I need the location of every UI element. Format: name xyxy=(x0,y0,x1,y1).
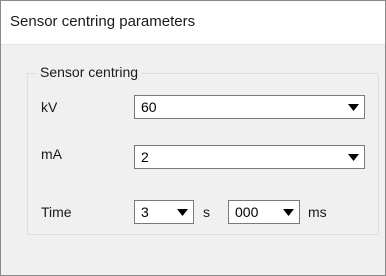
kv-dropdown[interactable]: 60 xyxy=(134,95,365,119)
time-label: Time xyxy=(41,204,72,220)
time-seconds-dropdown-button[interactable] xyxy=(173,202,192,222)
time-ms-dropdown-button[interactable] xyxy=(279,202,298,222)
chevron-down-icon xyxy=(348,104,359,111)
ma-label: mA xyxy=(41,146,62,162)
time-seconds-value: 3 xyxy=(141,204,149,220)
chevron-down-icon xyxy=(283,209,294,216)
ms-unit: ms xyxy=(308,204,327,220)
chevron-down-icon xyxy=(177,209,188,216)
ma-dropdown-button[interactable] xyxy=(344,147,363,167)
group-legend: Sensor centring xyxy=(37,64,142,80)
time-ms-value: 000 xyxy=(235,204,259,220)
chevron-down-icon xyxy=(348,154,359,161)
ma-value: 2 xyxy=(141,149,149,165)
ma-dropdown[interactable]: 2 xyxy=(134,145,365,169)
window-title: Sensor centring parameters xyxy=(10,13,196,30)
kv-label: kV xyxy=(41,99,58,115)
seconds-unit: s xyxy=(203,204,210,220)
title-bar: Sensor centring parameters xyxy=(1,1,385,45)
kv-value: 60 xyxy=(141,99,157,115)
kv-dropdown-button[interactable] xyxy=(344,97,363,117)
time-ms-dropdown[interactable]: 000 xyxy=(228,200,300,224)
time-seconds-dropdown[interactable]: 3 xyxy=(134,200,194,224)
dialog-window: Sensor centring parameters Sensor centri… xyxy=(0,0,386,276)
